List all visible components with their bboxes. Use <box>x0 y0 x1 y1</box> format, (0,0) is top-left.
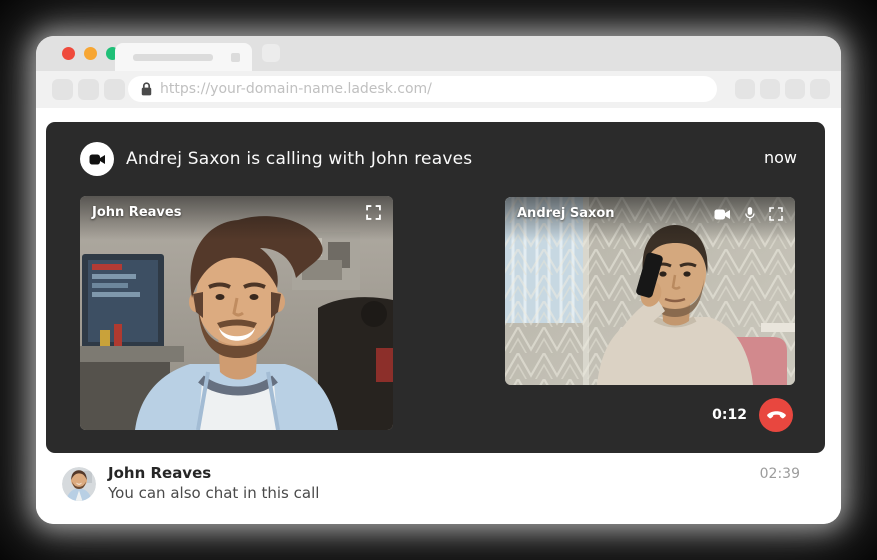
browser-tab[interactable] <box>115 43 252 71</box>
toolbar-button-2[interactable] <box>760 79 780 99</box>
window-controls <box>62 47 119 60</box>
url-text: https://your-domain-name.ladesk.com/ <box>160 81 432 97</box>
call-header: Andrej Saxon is calling with John reaves <box>80 142 472 176</box>
call-title: Andrej Saxon is calling with John reaves <box>126 149 472 169</box>
microphone-icon[interactable] <box>744 206 756 222</box>
close-window-button[interactable] <box>62 47 75 60</box>
remote-video-feed[interactable]: John Reaves <box>80 196 393 430</box>
local-video-controls <box>714 206 783 222</box>
toolbar-button-1[interactable] <box>735 79 755 99</box>
chat-timestamp: 02:39 <box>760 466 800 482</box>
fullscreen-icon[interactable] <box>769 207 783 221</box>
call-received-time: now <box>764 148 797 167</box>
forward-button[interactable] <box>78 79 99 100</box>
tab-close-icon[interactable] <box>231 53 240 62</box>
call-type-badge <box>80 142 114 176</box>
lock-icon <box>141 82 152 96</box>
hangup-phone-icon <box>767 411 786 419</box>
address-bar[interactable]: https://your-domain-name.ladesk.com/ <box>128 76 717 102</box>
call-controls: 0:12 <box>712 398 793 432</box>
browser-toolbar: https://your-domain-name.ladesk.com/ <box>36 71 841 108</box>
video-camera-icon[interactable] <box>714 208 731 221</box>
hangup-button[interactable] <box>759 398 793 432</box>
video-call-panel: Andrej Saxon is calling with John reaves… <box>46 122 825 453</box>
minimize-window-button[interactable] <box>84 47 97 60</box>
reload-button[interactable] <box>104 79 125 100</box>
chat-sender-name: John Reaves <box>108 464 211 482</box>
local-video-feed[interactable]: Andrej Saxon <box>505 197 795 385</box>
browser-window: https://your-domain-name.ladesk.com/ And… <box>36 36 841 524</box>
remote-video-name-label: John Reaves <box>92 205 181 220</box>
video-camera-icon <box>89 153 106 166</box>
browser-tab-bar <box>36 36 841 71</box>
page-background: https://your-domain-name.ladesk.com/ And… <box>0 0 877 560</box>
avatar-image <box>62 467 96 501</box>
call-duration: 0:12 <box>712 407 747 423</box>
toolbar-button-3[interactable] <box>785 79 805 99</box>
local-video-name-label: Andrej Saxon <box>517 206 615 221</box>
new-tab-button[interactable] <box>262 44 280 62</box>
fullscreen-icon[interactable] <box>366 205 381 220</box>
tab-title-placeholder <box>133 54 213 61</box>
avatar <box>62 467 96 501</box>
chat-message-text: You can also chat in this call <box>108 484 319 502</box>
back-button[interactable] <box>52 79 73 100</box>
toolbar-button-4[interactable] <box>810 79 830 99</box>
chat-message-row: John Reaves You can also chat in this ca… <box>36 453 841 524</box>
